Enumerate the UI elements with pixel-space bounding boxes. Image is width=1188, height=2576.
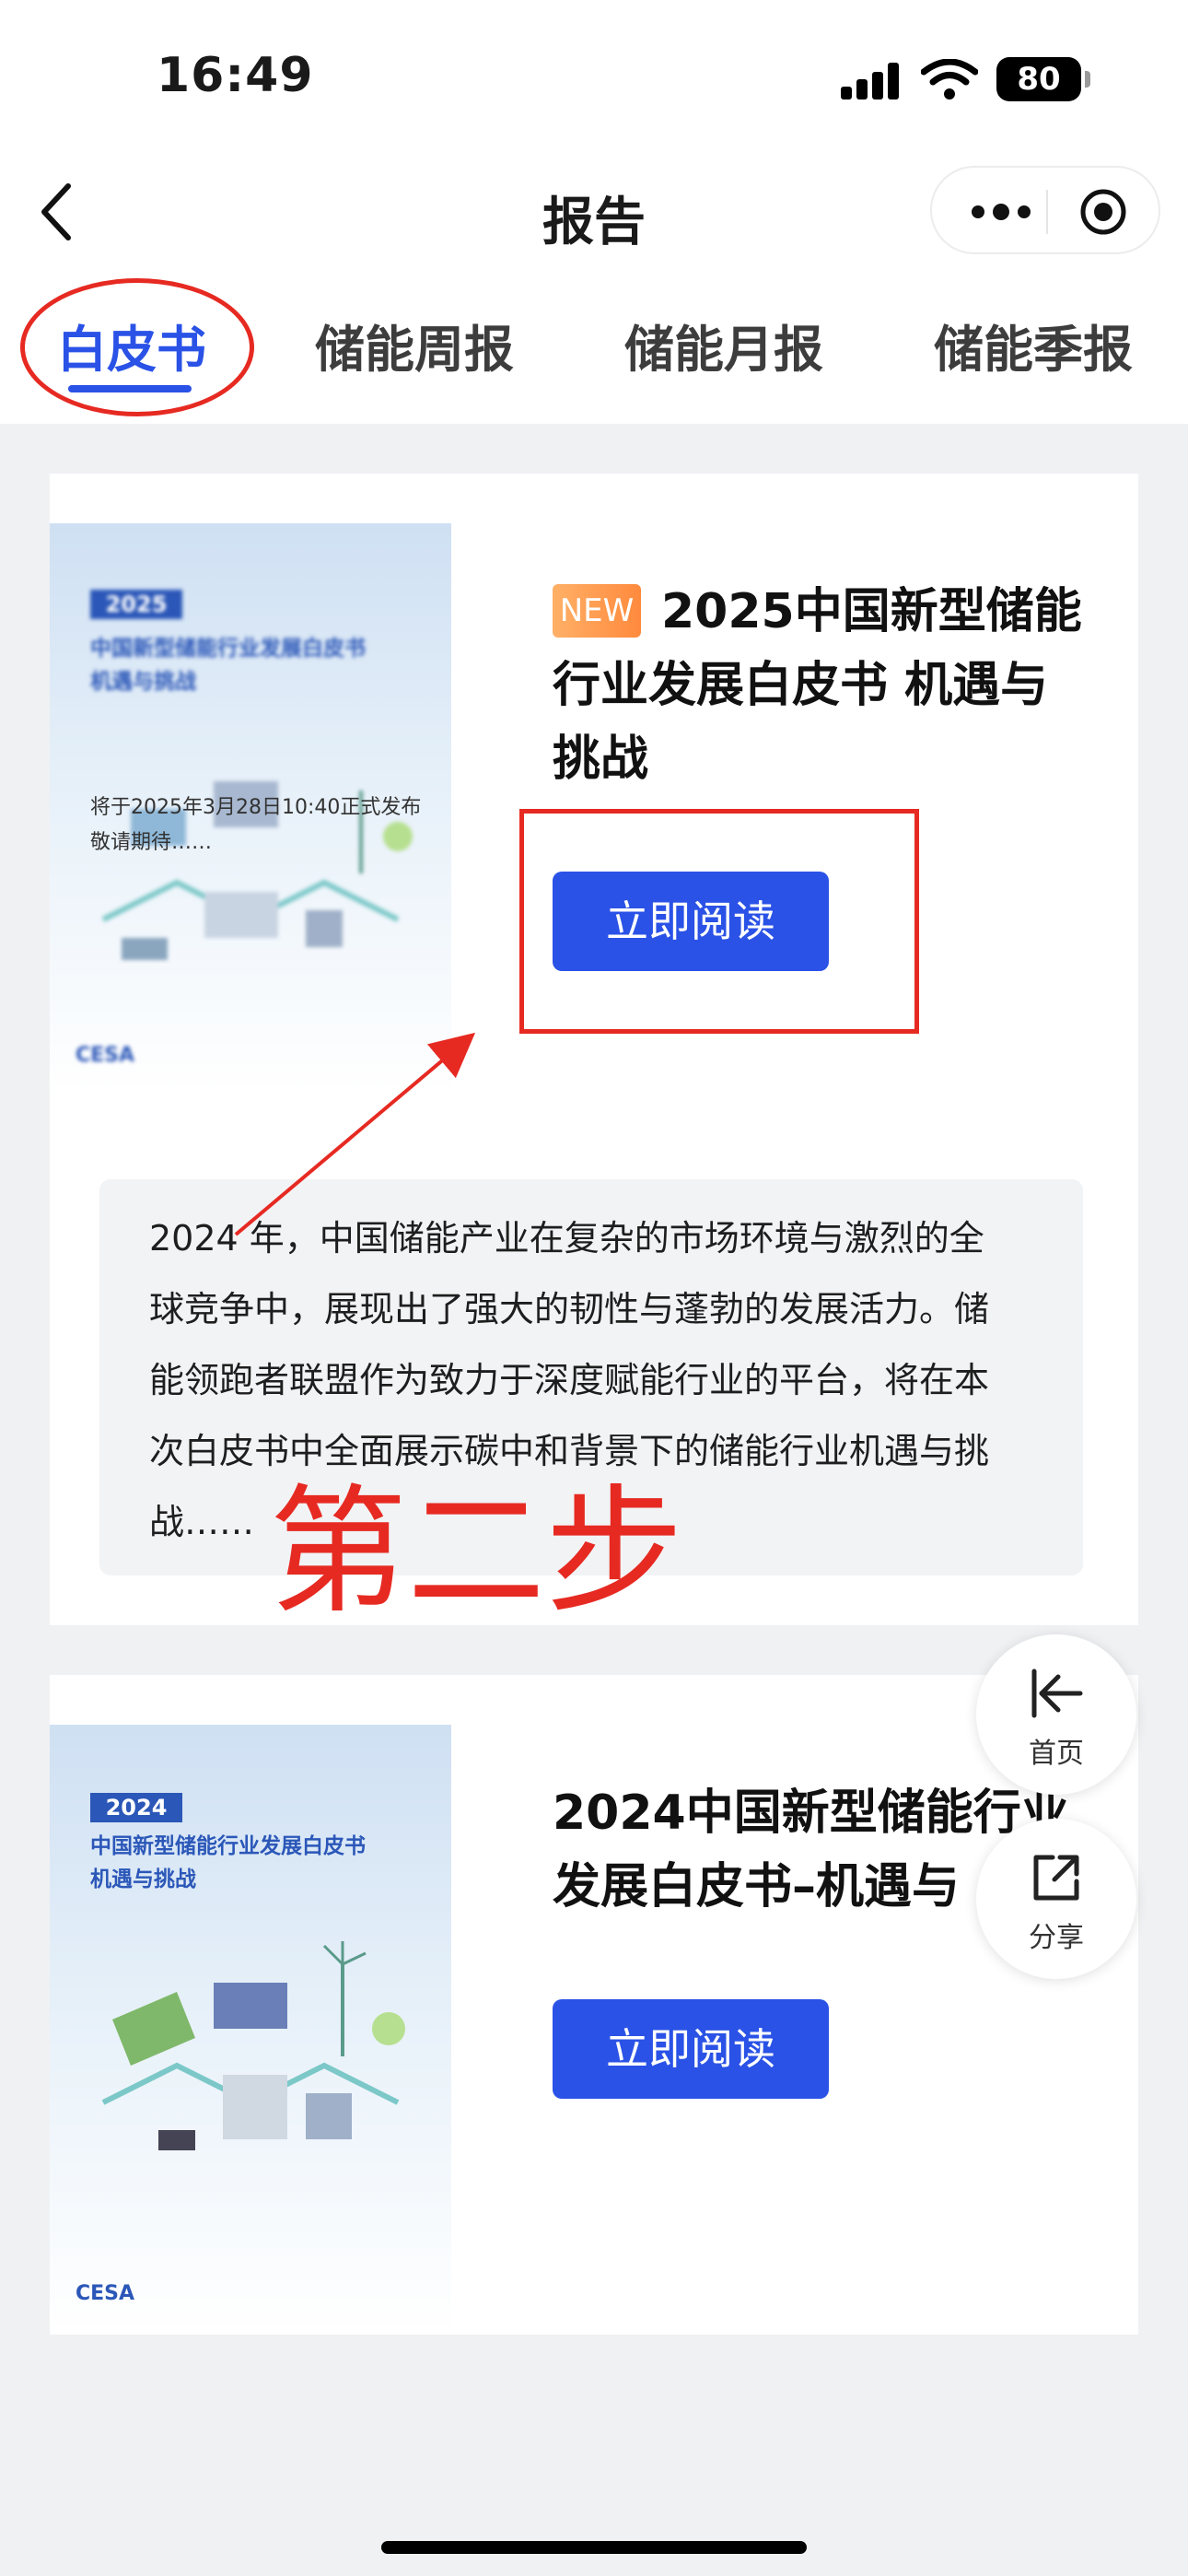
cover-year: 2024 — [90, 1793, 182, 1822]
read-now-button[interactable]: 立即阅读 — [553, 1999, 829, 2099]
home-float-label: 首页 — [1029, 1738, 1084, 1770]
home-indicator — [381, 2541, 807, 2554]
cover-logo: CESA — [76, 2282, 135, 2305]
energy-illustration — [101, 1941, 405, 2150]
share-icon — [1033, 1855, 1079, 1901]
home-return-icon — [1031, 1669, 1083, 1718]
report-cover-image[interactable]: 2024 中国新型储能行业发展白皮书 机遇与挑战 CESA — [50, 1725, 451, 2333]
share-float-label: 分享 — [1029, 1922, 1084, 1954]
annotation-step-label: 第二步 — [269, 1472, 684, 1633]
share-float-button[interactable]: 分享 — [976, 1819, 1136, 1979]
home-float-button[interactable]: 首页 — [976, 1634, 1136, 1795]
cover-title: 中国新型储能行业发展白皮书 机遇与挑战 — [90, 1834, 366, 1891]
